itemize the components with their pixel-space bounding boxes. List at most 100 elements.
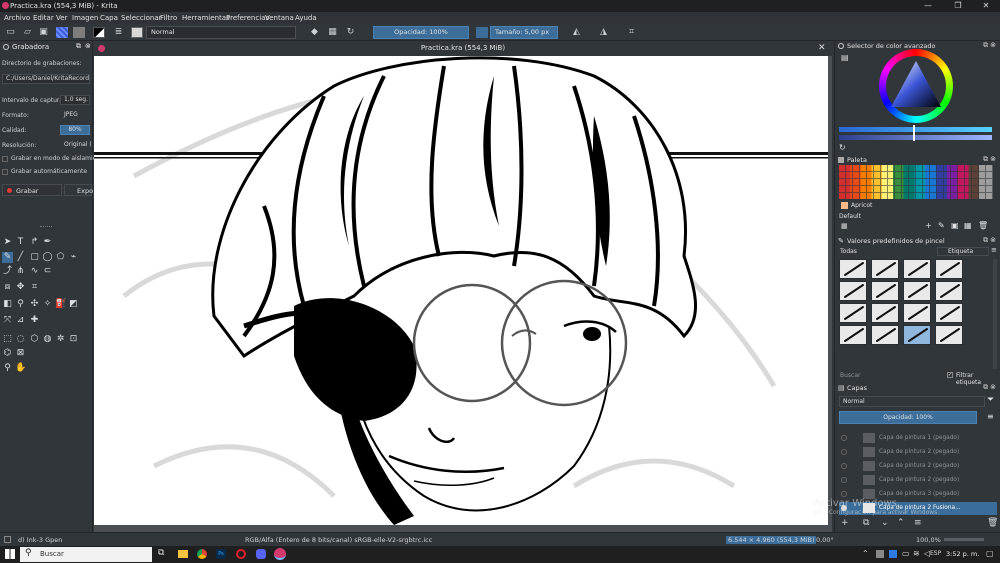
recorder-close-icon[interactable]: ⊗ [85, 42, 91, 50]
transform-tool-icon[interactable]: ⧈ [2, 282, 13, 293]
freehand-path-tool-icon[interactable]: ⊂ [42, 266, 53, 277]
windows-start-icon[interactable] [5, 549, 15, 559]
resolution-select[interactable]: Original (6 [60, 140, 92, 150]
menu-capa[interactable]: Capa [100, 14, 118, 22]
photoshop-icon[interactable]: Ps [216, 549, 226, 559]
brush-filter-select[interactable]: Todas [840, 248, 857, 255]
chrome-icon[interactable] [197, 549, 207, 559]
zoom-slider[interactable] [944, 538, 984, 541]
palette-save-icon[interactable]: ▣ [951, 221, 959, 230]
layers-controls-icon[interactable]: ⧉⊗ [983, 383, 998, 392]
krita-taskbar-icon[interactable] [274, 548, 286, 560]
pan-tool-icon[interactable]: ✋ [15, 363, 26, 374]
brush-tag-button[interactable]: Etiqueta [937, 247, 989, 256]
palette-add-icon[interactable]: + [925, 221, 932, 230]
minimize-button[interactable]: — [914, 0, 942, 12]
palette-grid-toggle-icon[interactable]: ▦ [964, 221, 972, 230]
color-selector-controls-icon[interactable]: ⧉⊗ [983, 41, 998, 50]
measure-tool-icon[interactable]: ⊿ [15, 315, 26, 326]
tray-network-icon[interactable]: ▭ [902, 549, 910, 558]
brush-presets-menu-icon[interactable]: ≡ [991, 246, 997, 254]
menu-editar[interactable]: Editar [33, 14, 54, 22]
move-layer-down-icon[interactable]: ⌄ [881, 518, 889, 528]
menu-imagen[interactable]: Imagen [72, 14, 98, 22]
gradient-tool-icon[interactable]: ◧ [2, 299, 13, 310]
path-tool-icon[interactable]: ⌁ [68, 252, 79, 263]
document-tab[interactable]: Practica.kra (554,3 MiB) ✕ [94, 41, 832, 56]
layer-blend-mode-select[interactable]: Normal [839, 396, 985, 407]
task-view-icon[interactable]: ⧉ [158, 548, 164, 558]
palette-delete-icon[interactable]: 🗑 [978, 221, 988, 230]
layer-row[interactable]: Capa de pintura 2 (pegado) [839, 460, 997, 473]
add-layer-icon[interactable]: + [841, 518, 849, 528]
export-button[interactable]: Expo [64, 184, 93, 196]
dynamic-brush-tool-icon[interactable]: ⤴ [2, 266, 13, 277]
record-button[interactable]: Grabar [2, 184, 62, 196]
duplicate-layer-icon[interactable]: ⧉ [863, 518, 869, 528]
brush-search-input[interactable]: Buscar [840, 372, 861, 379]
flow-swatch[interactable] [476, 27, 488, 38]
menu-seleccionar[interactable]: Seleccionar [121, 14, 162, 22]
menu-ver[interactable]: Ver [56, 14, 67, 22]
line-tool-icon[interactable]: ╱ [15, 252, 26, 263]
polygon-tool-icon[interactable]: ⬠ [55, 252, 66, 263]
opacity-slider[interactable]: Opacidad: 100% [373, 26, 469, 39]
file-explorer-icon[interactable] [178, 550, 188, 558]
layer-opacity-slider[interactable]: Opacidad: 100% [839, 411, 977, 424]
recordings-dir-field[interactable]: C:/Users/Daniel/KritaRecorder [2, 74, 90, 84]
save-document-icon[interactable]: ▣ [38, 27, 49, 38]
value-slider[interactable] [839, 135, 992, 140]
freehand-brush-tool-icon[interactable]: ✎ [2, 252, 13, 263]
close-window-button[interactable]: ✕ [972, 0, 1000, 12]
layer-row[interactable]: Capa de pintura 2 (pegado) [839, 474, 997, 487]
filter-tag-checkbox[interactable]: ✓ [947, 372, 953, 378]
colorize-mask-tool-icon[interactable]: ✣ [29, 299, 40, 310]
menu-archivo[interactable]: Archivo [4, 14, 30, 22]
select-shapes-tool-icon[interactable]: ➤ [2, 237, 13, 248]
refresh-icon[interactable]: ↻ [839, 143, 846, 152]
palette-grid-icon[interactable]: ▦ [841, 222, 848, 230]
similar-select-tool-icon[interactable]: ⊡ [68, 334, 79, 345]
gradient-preset-button[interactable] [56, 27, 68, 38]
ellipse-tool-icon[interactable]: ◯ [42, 252, 53, 263]
auto-record-checkbox[interactable] [2, 169, 8, 175]
rect-select-tool-icon[interactable]: ⬚ [2, 334, 13, 345]
move-layer-up-icon[interactable]: ⌃ [897, 518, 905, 528]
mirror-vertical-icon[interactable]: ◮ [598, 27, 609, 38]
reload-preset-icon[interactable]: ↻ [345, 27, 356, 38]
multibrush-tool-icon[interactable]: ⋔ [15, 266, 26, 277]
open-document-icon[interactable]: ▱ [22, 27, 33, 38]
new-document-icon[interactable]: ▭ [5, 27, 16, 38]
enclose-fill-tool-icon[interactable]: ◩ [68, 299, 79, 310]
taskbar-clock[interactable]: 3:52 p. m. [946, 550, 979, 558]
magnetic-select-tool-icon[interactable]: ⊠ [15, 348, 26, 359]
delete-layer-icon[interactable]: 🗑 [987, 518, 998, 528]
alpha-lock-icon[interactable]: ▦ [327, 27, 338, 38]
recorder-float-icon[interactable]: ⧉ [76, 42, 81, 51]
polyline-tool-icon[interactable]: ∿ [29, 266, 40, 277]
crop-tool-icon[interactable]: ⌗ [29, 282, 40, 293]
brush-size-slider[interactable]: Tamaño: 5,00 px [490, 26, 558, 39]
notifications-icon[interactable]: ▢ [986, 549, 994, 558]
drawing-canvas[interactable] [94, 56, 828, 525]
brush-settings-icon[interactable]: ≣ [113, 27, 124, 38]
smart-patch-tool-icon[interactable]: ✧ [42, 299, 53, 310]
brush-presets-controls-icon[interactable]: ⧉⊗ [983, 236, 998, 245]
menu-ayuda[interactable]: Ayuda [295, 14, 317, 22]
palette-controls-icon[interactable]: ⧉⊗ [983, 155, 998, 164]
tray-wifi-icon[interactable]: ≋ [913, 549, 920, 558]
taskbar-search-box[interactable]: ⚲ Buscar [20, 547, 152, 562]
status-zoom[interactable]: 100,0% [916, 536, 941, 544]
layer-visibility-icon[interactable] [841, 463, 847, 469]
eraser-icon[interactable]: ◆ [309, 27, 320, 38]
assistant-tool-icon[interactable]: ⤧ [2, 315, 13, 326]
layer-visibility-icon[interactable] [841, 435, 847, 441]
menu-ventana[interactable]: Ventana [265, 14, 294, 22]
close-document-icon[interactable]: ✕ [818, 43, 826, 53]
quality-slider[interactable]: 80% [60, 125, 90, 135]
color-selector-settings-icon[interactable]: ▤ [841, 53, 849, 62]
layer-opacity-menu-icon[interactable]: ≡ [987, 412, 994, 421]
opera-icon[interactable] [236, 549, 246, 559]
pattern-preset-button[interactable] [73, 27, 85, 38]
palette-edit-icon[interactable]: ✎ [938, 221, 945, 230]
